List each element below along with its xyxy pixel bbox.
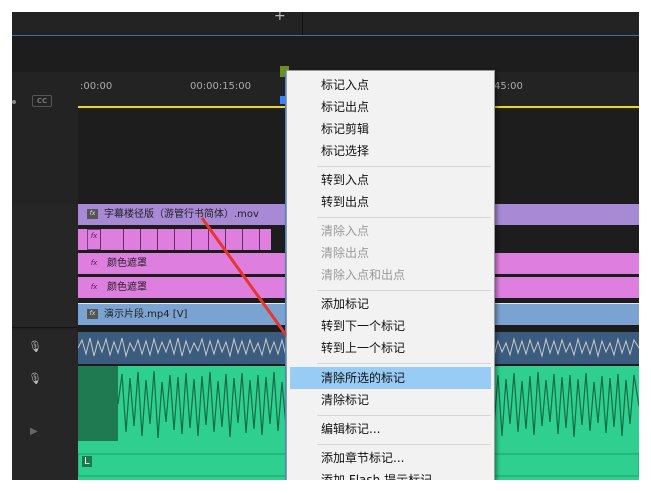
menu-item-add-chapter-marker[interactable]: 添加章节标记... xyxy=(287,447,494,469)
menu-separator xyxy=(317,415,491,416)
menu-separator xyxy=(317,444,491,445)
menu-separator xyxy=(317,290,491,291)
menu-item-mark-in[interactable]: 标记入点 xyxy=(287,74,494,96)
menu-item-go-to-out[interactable]: 转到出点 xyxy=(287,191,494,213)
menu-separator xyxy=(317,217,491,218)
menu-item-add-flash-cue-marker[interactable]: 添加 Flash 提示标记 xyxy=(287,469,494,480)
menu-item-clear-out: 清除出点 xyxy=(321,246,370,260)
menu-item-next-marker[interactable]: 转到下一个标记 xyxy=(287,315,494,337)
menu-separator xyxy=(317,363,491,364)
context-menu: 标记入点 标记出点 标记剪辑 标记选择 转到入点 转到出点 清除入点 清除出点 … xyxy=(286,70,495,480)
menu-item-add-marker[interactable]: 添加标记 xyxy=(287,293,494,315)
menu-item-clear-selected-marker[interactable]: 清除所选的标记 xyxy=(290,367,491,389)
menu-item-previous-marker[interactable]: 转到上一个标记 xyxy=(287,337,494,359)
menu-item-edit-marker[interactable]: 编辑标记... xyxy=(287,418,494,440)
premiere-timeline-window: + CC :00:00 00:00:15:00 45:00 🎙 🎙 ▶ fx 字幕… xyxy=(12,12,639,480)
menu-item-mark-out[interactable]: 标记出点 xyxy=(287,96,494,118)
menu-separator xyxy=(317,166,491,167)
menu-item-clear-in-out: 清除入点和出点 xyxy=(321,268,406,282)
menu-item-clear-markers[interactable]: 清除标记 xyxy=(287,389,494,411)
menu-item-clear-in: 清除入点 xyxy=(321,224,370,238)
menu-item-mark-clip[interactable]: 标记剪辑 xyxy=(287,118,494,140)
menu-item-go-to-in[interactable]: 转到入点 xyxy=(287,169,494,191)
menu-item-mark-selection[interactable]: 标记选择 xyxy=(287,140,494,162)
